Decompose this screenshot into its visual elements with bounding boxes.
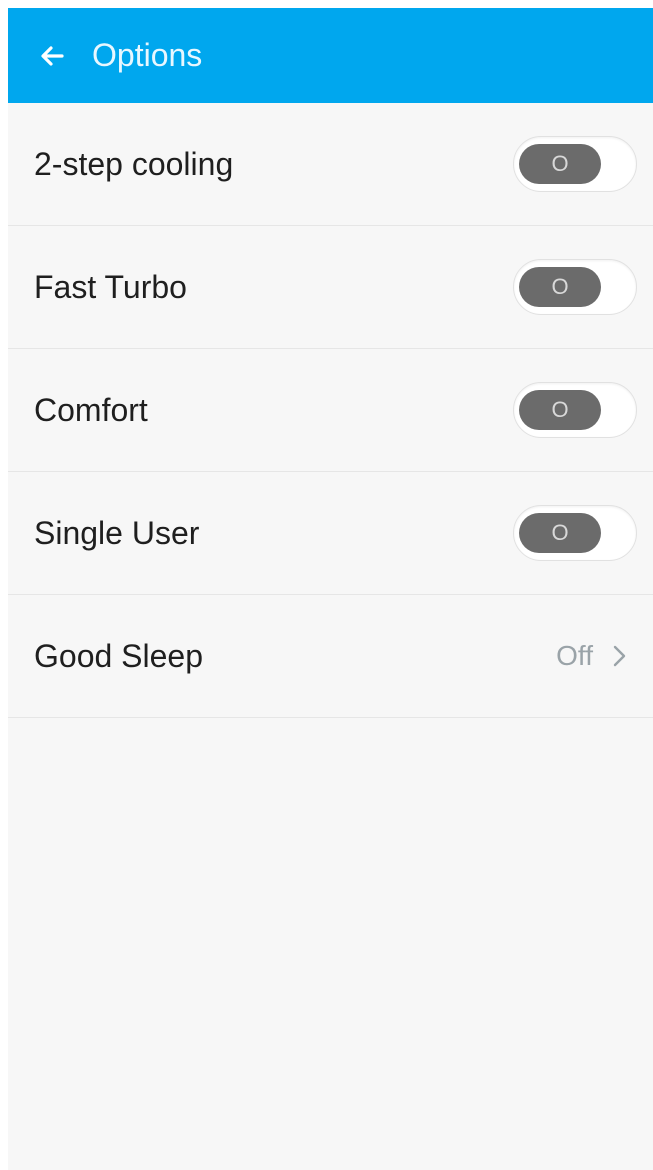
option-row-2-step-cooling[interactable]: 2-step cooling O	[8, 103, 653, 226]
arrow-left-icon	[41, 45, 64, 66]
toggle-knob: O	[519, 513, 601, 553]
page-title: Options	[92, 37, 203, 73]
option-label: Single User	[34, 514, 200, 551]
app-bar: Options	[8, 8, 653, 103]
chevron-right-icon	[611, 642, 629, 670]
option-value-wrap: Off	[556, 640, 637, 672]
toggle-switch-fast-turbo[interactable]: O	[513, 259, 637, 315]
option-label: Good Sleep	[34, 637, 204, 674]
option-row-good-sleep[interactable]: Good Sleep Off	[8, 595, 653, 718]
option-label: Comfort	[34, 391, 148, 428]
toggle-knob: O	[519, 267, 601, 307]
option-label: 2-step cooling	[34, 145, 234, 182]
toggle-knob: O	[519, 144, 601, 184]
option-row-comfort[interactable]: Comfort O	[8, 349, 653, 472]
back-button[interactable]	[32, 36, 72, 76]
options-list: 2-step cooling O Fast Turbo O Comfort O …	[8, 103, 653, 718]
toggle-switch-single-user[interactable]: O	[513, 505, 637, 561]
screen: Options 2-step cooling O Fast Turbo O Co…	[8, 8, 653, 1170]
toggle-knob: O	[519, 390, 601, 430]
toggle-switch-2-step-cooling[interactable]: O	[513, 136, 637, 192]
option-row-single-user[interactable]: Single User O	[8, 472, 653, 595]
option-value: Off	[556, 640, 593, 671]
toggle-switch-comfort[interactable]: O	[513, 382, 637, 438]
option-row-fast-turbo[interactable]: Fast Turbo O	[8, 226, 653, 349]
option-label: Fast Turbo	[34, 268, 187, 305]
